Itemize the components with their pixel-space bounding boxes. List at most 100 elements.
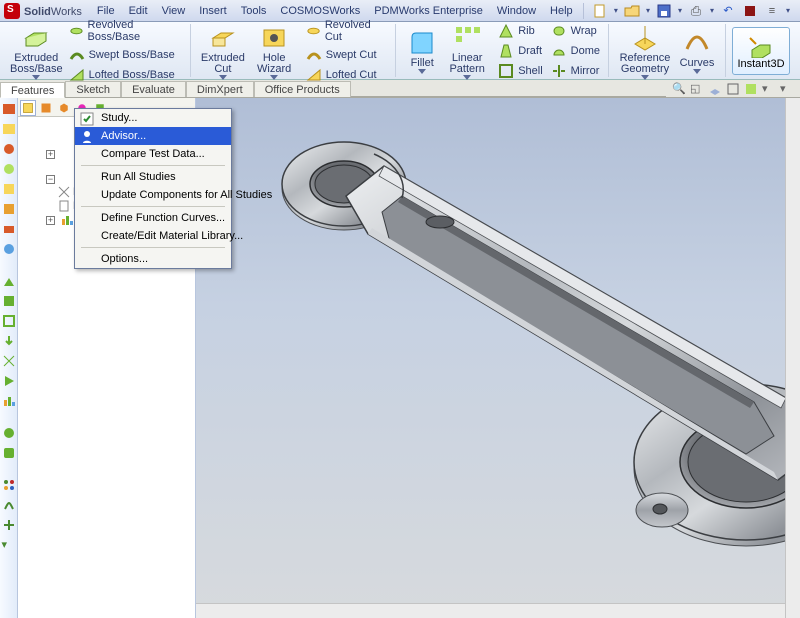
menu-insert[interactable]: Insert xyxy=(192,2,234,20)
ribbon: Extruded Boss/Base Revolved Boss/Base Sw… xyxy=(0,22,800,80)
rib-button[interactable]: Rib xyxy=(496,22,544,40)
ctx-update[interactable]: Update Components for All Studies xyxy=(75,186,231,204)
property-manager-tab-icon[interactable] xyxy=(38,100,54,116)
graphics-viewport[interactable] xyxy=(196,98,800,618)
sim-run-icon[interactable] xyxy=(2,374,16,388)
tab-office[interactable]: Office Products xyxy=(254,81,351,97)
toolbox-icon[interactable] xyxy=(2,222,16,236)
feature-manager-panel: + − Mesh Report +Results Study... Adviso… xyxy=(18,98,196,618)
extruded-boss-icon xyxy=(22,24,50,52)
draft-button[interactable]: Draft xyxy=(496,42,544,60)
sim-mesh-icon[interactable] xyxy=(2,354,16,368)
shell-icon xyxy=(498,63,514,79)
mirror-button[interactable]: Mirror xyxy=(549,62,602,80)
appearance-icon[interactable]: ▾ xyxy=(780,82,794,96)
linear-pattern-button[interactable]: Linear Pattern xyxy=(442,22,492,80)
linear-pattern-icon xyxy=(453,24,481,52)
app-name: SolidWorks xyxy=(24,3,82,18)
display-style-icon[interactable] xyxy=(726,82,740,96)
ref-geometry-icon xyxy=(631,24,659,52)
hole-wizard-label: Hole Wizard xyxy=(249,53,300,75)
tab-dimxpert[interactable]: DimXpert xyxy=(186,81,254,97)
save-icon[interactable] xyxy=(656,3,672,19)
swept-boss-icon xyxy=(69,47,85,63)
extruded-cut-button[interactable]: Extruded Cut xyxy=(197,22,248,80)
section-view-icon[interactable] xyxy=(744,82,758,96)
configuration-manager-tab-icon[interactable] xyxy=(56,100,72,116)
vertical-scrollbar[interactable] xyxy=(785,98,800,618)
zoom-fit-icon[interactable]: 🔍 xyxy=(672,82,686,96)
appearances-icon[interactable] xyxy=(2,162,16,176)
ctx-advisor[interactable]: Advisor... xyxy=(75,127,231,145)
menu-window[interactable]: Window xyxy=(490,2,543,20)
wrap-button[interactable]: Wrap xyxy=(549,22,602,40)
ctx-study[interactable]: Study... xyxy=(75,109,231,127)
extruded-boss-label: Extruded Boss/Base xyxy=(10,53,63,75)
ctx-compare[interactable]: Compare Test Data... xyxy=(75,145,231,163)
print-icon[interactable]: ⎙ xyxy=(688,3,704,19)
sim-fixture-icon[interactable] xyxy=(2,314,16,328)
selfilter3-icon[interactable] xyxy=(2,518,16,532)
sim-material-icon[interactable] xyxy=(2,294,16,308)
fillet-button[interactable]: Fillet xyxy=(402,27,442,74)
extruded-cut-icon xyxy=(209,24,237,52)
wrap-icon xyxy=(551,23,567,39)
view-orientation-icon[interactable] xyxy=(708,82,722,96)
fillet-icon xyxy=(408,29,436,57)
ref-geometry-button[interactable]: Reference Geometry xyxy=(615,22,675,80)
selfilter4-icon[interactable]: ▾ xyxy=(2,538,16,552)
horizontal-scrollbar[interactable] xyxy=(196,603,785,618)
open-document-icon[interactable] xyxy=(624,3,640,19)
file-explorer-icon[interactable] xyxy=(2,122,16,136)
view-palette-icon[interactable] xyxy=(2,142,16,156)
ctx-run-all[interactable]: Run All Studies xyxy=(75,168,231,186)
app-icon xyxy=(4,3,20,19)
design-library-icon[interactable] xyxy=(2,102,16,116)
ctx-library[interactable]: Create/Edit Material Library... xyxy=(75,227,231,245)
ctx-options[interactable]: Options... xyxy=(75,250,231,268)
task-pane-strip: ▾ xyxy=(0,98,18,618)
draft-icon xyxy=(498,43,514,59)
ctx-curves[interactable]: Define Function Curves... xyxy=(75,209,231,227)
options-icon[interactable]: ≡ xyxy=(764,3,780,19)
tab-sketch[interactable]: Sketch xyxy=(65,81,121,97)
menu-tools[interactable]: Tools xyxy=(234,2,274,20)
swept-cut-icon xyxy=(306,47,322,63)
view-toolbar: 🔍 ◱ ▾ ▾ xyxy=(666,80,800,97)
mirror-icon xyxy=(551,63,567,79)
quick-access-toolbar: ▾ ▾ ▾ ⎙▾ ↶ ≡▾ xyxy=(583,3,796,19)
hide-show-icon[interactable]: ▾ xyxy=(762,82,776,96)
shell-button[interactable]: Shell xyxy=(496,62,544,80)
dome-button[interactable]: Dome xyxy=(549,42,602,60)
rebuild-icon[interactable] xyxy=(742,3,758,19)
selfilter2-icon[interactable] xyxy=(2,498,16,512)
resources-icon[interactable] xyxy=(2,202,16,216)
menu-help[interactable]: Help xyxy=(543,2,580,20)
revolved-boss-icon xyxy=(69,23,84,39)
green2-icon[interactable] xyxy=(2,446,16,460)
curves-button[interactable]: Curves xyxy=(675,27,719,74)
context-menu: Study... Advisor... Compare Test Data...… xyxy=(74,108,232,269)
hole-wizard-button[interactable]: Hole Wizard xyxy=(249,22,300,80)
new-document-icon[interactable] xyxy=(592,3,608,19)
3dcc-icon[interactable] xyxy=(2,242,16,256)
sim-results-icon[interactable] xyxy=(2,394,16,408)
swept-boss-button[interactable]: Swept Boss/Base xyxy=(67,46,185,64)
sim-load-icon[interactable] xyxy=(2,334,16,348)
revolved-cut-button[interactable]: Revolved Cut xyxy=(304,18,389,44)
zoom-area-icon[interactable]: ◱ xyxy=(690,82,704,96)
undo-icon[interactable]: ↶ xyxy=(720,3,736,19)
study-icon xyxy=(79,111,95,127)
main-area: ▾ + − Mesh Report +Results Study... Advi… xyxy=(0,98,800,618)
selfilter1-icon[interactable] xyxy=(2,478,16,492)
green1-icon[interactable] xyxy=(2,426,16,440)
instant3d-button[interactable]: Instant3D xyxy=(732,27,790,75)
extruded-boss-button[interactable]: Extruded Boss/Base xyxy=(10,22,63,80)
tab-evaluate[interactable]: Evaluate xyxy=(121,81,186,97)
tab-features[interactable]: Features xyxy=(0,82,65,98)
custom-props-icon[interactable] xyxy=(2,182,16,196)
swept-cut-button[interactable]: Swept Cut xyxy=(304,46,389,64)
sim-study-icon[interactable] xyxy=(2,274,16,288)
revolved-boss-button[interactable]: Revolved Boss/Base xyxy=(67,18,185,44)
feature-tree-tab-icon[interactable] xyxy=(20,100,36,116)
